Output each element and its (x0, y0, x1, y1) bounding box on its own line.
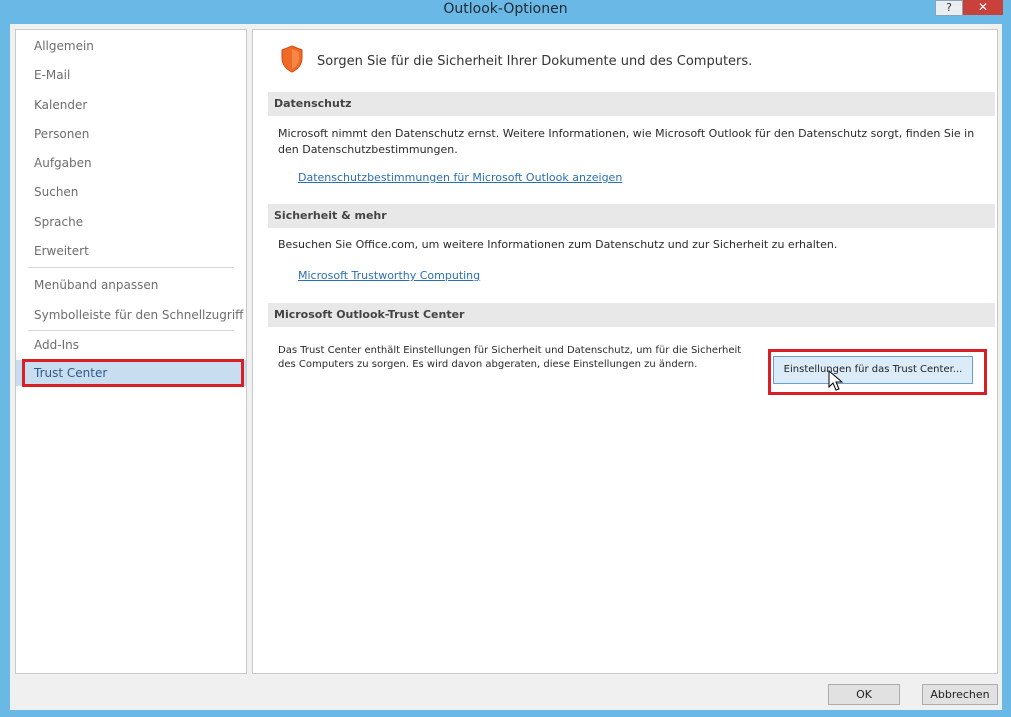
page-intro: Sorgen Sie für die Sicherheit Ihrer Doku… (317, 54, 753, 69)
ok-button[interactable]: OK (828, 684, 900, 705)
sidebar-item-email[interactable]: E-Mail (16, 62, 246, 88)
section-header-trust-center: Microsoft Outlook-Trust Center (268, 303, 995, 327)
sidebar-item-add-ins[interactable]: Add-Ins (16, 332, 246, 358)
trust-center-text: Das Trust Center enthält Einstellungen f… (278, 345, 742, 370)
section-header-sicherheit: Sicherheit & mehr (268, 204, 995, 228)
sidebar-item-aufgaben[interactable]: Aufgaben (16, 150, 246, 176)
sidebar-divider (28, 267, 234, 268)
dialog-content: Allgemein E-Mail Kalender Personen Aufga… (10, 24, 1002, 710)
sidebar-divider (28, 330, 234, 331)
help-button[interactable]: ? (935, 0, 963, 16)
cancel-button[interactable]: Abbrechen (922, 684, 998, 705)
section-header-datenschutz: Datenschutz (268, 92, 995, 116)
sidebar-item-allgemein[interactable]: Allgemein (16, 33, 246, 59)
sidebar-item-menueband-anpassen[interactable]: Menüband anpassen (16, 272, 246, 298)
sidebar-item-suchen[interactable]: Suchen (16, 179, 246, 205)
trustworthy-computing-link[interactable]: Microsoft Trustworthy Computing (298, 269, 480, 282)
datenschutz-text: Microsoft nimmt den Datenschutz ernst. W… (278, 127, 975, 156)
window-title: Outlook-Optionen (443, 1, 568, 17)
sidebar-item-erweitert[interactable]: Erweitert (16, 238, 246, 264)
highlight-box-trust-center-button (768, 349, 987, 395)
options-sidebar: Allgemein E-Mail Kalender Personen Aufga… (15, 29, 247, 674)
sicherheit-text: Besuchen Sie Office.com, um weitere Info… (278, 238, 838, 251)
sidebar-item-schnellzugriff[interactable]: Symbolleiste für den Schnellzugriff (16, 302, 246, 328)
highlight-box-trust-center (22, 359, 244, 387)
datenschutz-link[interactable]: Datenschutzbestimmungen für Microsoft Ou… (298, 171, 622, 184)
sidebar-item-personen[interactable]: Personen (16, 121, 246, 147)
shield-icon (281, 45, 303, 73)
title-bar: Outlook-Optionen ? ✕ (0, 0, 1011, 24)
trust-center-panel: Sorgen Sie für die Sicherheit Ihrer Doku… (252, 29, 998, 674)
close-button[interactable]: ✕ (963, 0, 1003, 15)
outlook-options-window: Outlook-Optionen ? ✕ Allgemein E-Mail Ka… (0, 0, 1011, 717)
mouse-cursor-icon (828, 370, 844, 391)
sidebar-item-kalender[interactable]: Kalender (16, 92, 246, 118)
sidebar-item-sprache[interactable]: Sprache (16, 209, 246, 235)
